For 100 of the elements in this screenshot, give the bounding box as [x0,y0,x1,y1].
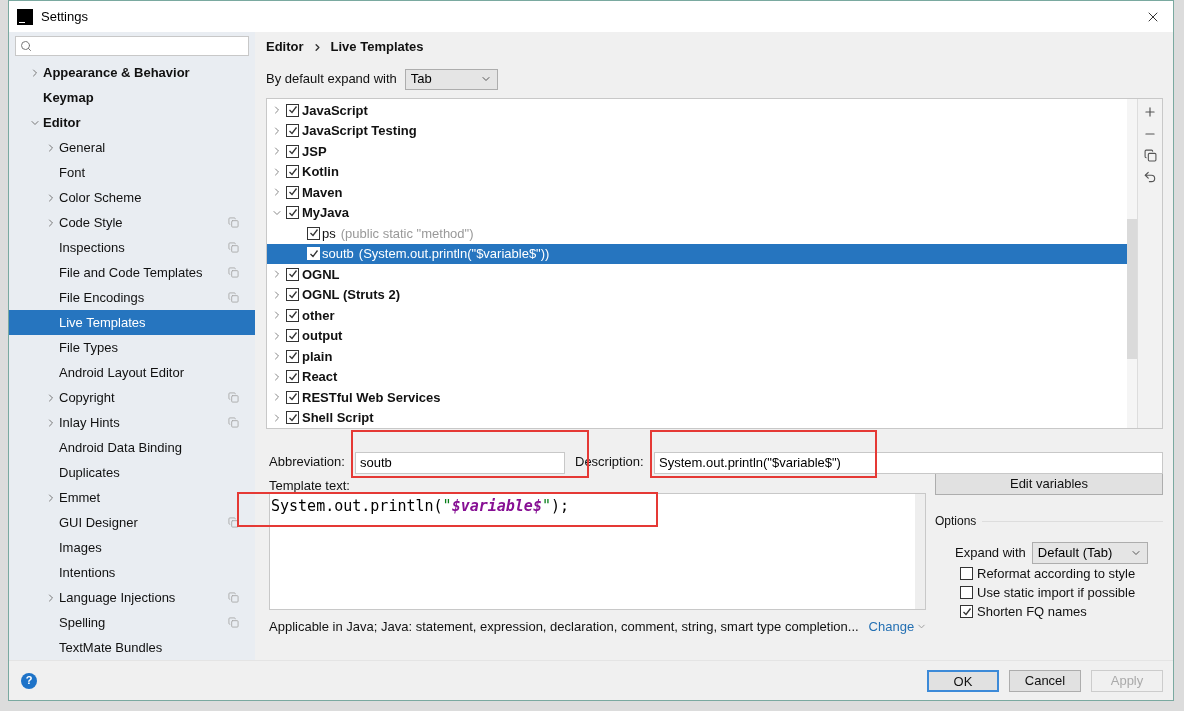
sidebar-item[interactable]: Emmet [9,485,255,510]
sidebar-item-label: Inspections [59,238,126,257]
expand-with-dropdown[interactable]: Default (Tab) [1031,542,1148,564]
template-group-row[interactable]: OGNL (Struts 2) [267,284,1127,305]
sidebar-item[interactable]: Font [9,160,255,185]
checkbox[interactable] [960,586,973,599]
sidebar-item[interactable]: Images [9,535,255,560]
template-group-row[interactable]: RESTful Web Services [267,387,1127,408]
sidebar-item[interactable]: Code Style [9,210,255,235]
abbreviation-field[interactable]: soutb [355,451,565,474]
expand-with-label: Expand with [955,544,1026,563]
sidebar-item[interactable]: File Types [9,335,255,360]
undo-icon[interactable] [1143,170,1157,184]
checkbox[interactable] [286,165,299,179]
checkbox[interactable] [286,308,299,322]
search-field[interactable] [15,36,249,56]
template-description: (public static "method") [340,224,474,243]
sidebar-item[interactable]: File and Code Templates [9,260,255,285]
template-group-row[interactable]: plain [267,346,1127,367]
template-group-row[interactable]: Maven [267,182,1127,203]
expand-with-dropdown[interactable]: Tab [404,68,498,90]
checkbox[interactable] [286,103,299,117]
option-label: Use static import if possible [977,583,1136,602]
sidebar-item[interactable]: GUI Designer [9,510,255,535]
sidebar-item[interactable]: Keymap [9,85,255,110]
dialog-button[interactable]: OK [927,669,999,692]
sidebar-item-label: File Types [59,338,119,357]
sidebar-item-label: GUI Designer [59,513,139,532]
template-group-name: Shell Script [302,409,374,427]
checkbox[interactable] [286,411,299,425]
sidebar-item[interactable]: Live Templates [9,310,255,335]
sidebar-item-label: Live Templates [59,313,147,332]
template-group-name: Maven [302,183,343,202]
checkbox[interactable] [286,288,299,302]
checkbox[interactable] [286,144,299,158]
copy-icon[interactable] [1143,149,1157,162]
scrollbar-track[interactable] [915,494,925,609]
template-group-row[interactable]: output [267,325,1127,346]
copy-icon [228,267,239,278]
sidebar-item-label: TextMate Bundles [59,638,164,657]
template-group-row[interactable]: other [267,305,1127,326]
sidebar-item[interactable]: Editor [9,110,255,135]
sidebar-item[interactable]: Language Injections [9,585,255,610]
template-group-row[interactable]: JavaScript [267,100,1127,121]
checkbox[interactable] [286,185,299,199]
copy-icon [228,592,239,603]
checkmark-icon [287,166,298,177]
template-group-row[interactable]: React [267,366,1127,387]
copy-icon [228,217,239,228]
dialog-button[interactable]: Cancel [1009,669,1081,692]
template-text-editor[interactable]: System.out.println("$variable$"); [269,493,926,610]
template-group-row[interactable]: MyJava [267,202,1127,223]
scrollbar-thumb[interactable] [1127,219,1137,359]
checkmark-icon [961,606,972,617]
template-group-name: other [302,306,335,325]
checkbox[interactable] [286,124,299,138]
copy-icon [228,292,239,303]
add-icon[interactable] [1143,105,1157,119]
breadcrumb-item: Editor [266,38,304,57]
sidebar-item[interactable]: Android Data Binding [9,435,255,460]
options-title: Options [935,513,977,530]
template-group-row[interactable]: JSP [267,141,1127,162]
template-group-row[interactable]: Shell Script [267,407,1127,428]
sidebar-item[interactable]: Color Scheme [9,185,255,210]
sidebar-item[interactable]: Intentions [9,560,255,585]
sidebar-item[interactable]: Inlay Hints [9,410,255,435]
copy-icon [228,417,239,428]
sidebar-item[interactable]: General [9,135,255,160]
checkbox[interactable] [286,370,299,384]
checkbox[interactable] [960,605,973,618]
template-group-row[interactable]: JavaScript Testing [267,120,1127,141]
checkbox[interactable] [286,390,299,404]
checkbox[interactable] [286,349,299,363]
checkbox[interactable] [286,267,299,281]
sidebar-item[interactable]: TextMate Bundles [9,635,255,660]
sidebar-item[interactable]: File Encodings [9,285,255,310]
sidebar-item[interactable]: Appearance & Behavior [9,60,255,85]
description-field[interactable]: System.out.println("$variable$") [654,451,1163,474]
help-icon[interactable]: ? [21,672,37,689]
template-group-row[interactable]: OGNL [267,264,1127,285]
copy-icon [228,517,239,528]
template-row[interactable]: soutb (System.out.println("$variable$")) [267,243,1127,264]
checkbox[interactable] [286,206,299,220]
checkmark-icon [287,289,298,300]
sidebar-item[interactable]: Duplicates [9,460,255,485]
checkbox[interactable] [307,226,320,240]
sidebar-item[interactable]: Inspections [9,235,255,260]
copy-icon [228,242,239,253]
checkbox[interactable] [286,329,299,343]
checkmark-icon [287,207,298,218]
template-text-label: Template text: [269,477,351,493]
change-link[interactable]: Change [868,617,928,637]
template-row[interactable]: ps (public static "method") [267,223,1127,244]
sidebar-item[interactable]: Android Layout Editor [9,360,255,385]
template-group-row[interactable]: Kotlin [267,161,1127,182]
sidebar-item[interactable]: Spelling [9,610,255,635]
edit-variables-button[interactable]: Edit variables [935,473,1163,495]
checkbox[interactable] [960,567,973,580]
sidebar-item[interactable]: Copyright [9,385,255,410]
checkmark-icon [287,310,298,321]
